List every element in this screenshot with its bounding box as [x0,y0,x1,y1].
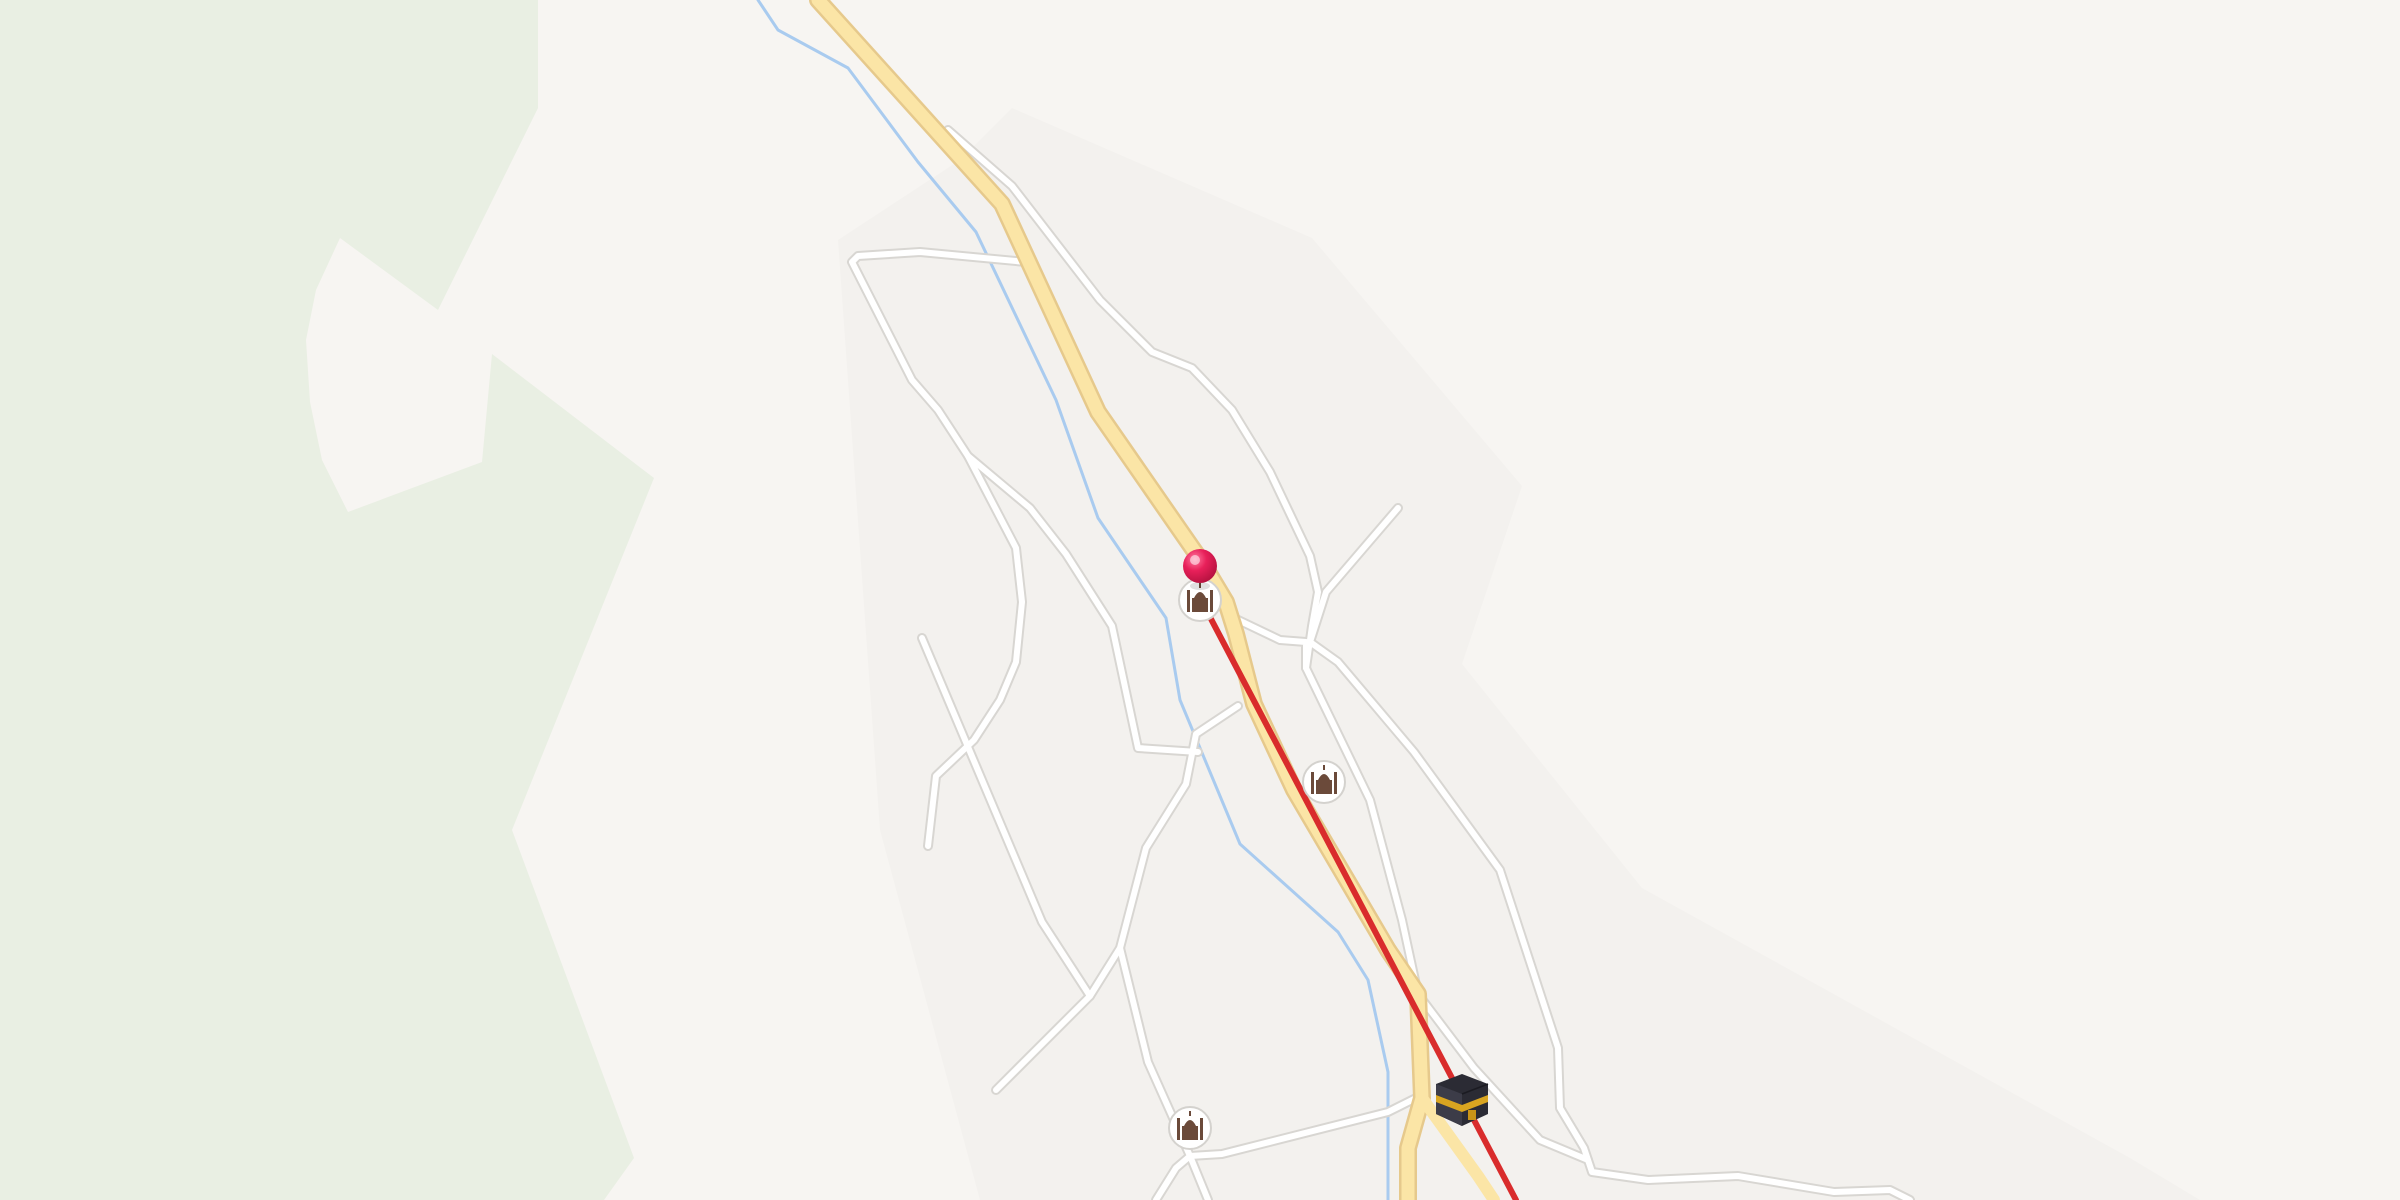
mosque-marker[interactable] [1302,760,1346,804]
mosque-marker[interactable] [1168,1106,1212,1150]
red-pin-icon [1183,549,1217,583]
map-canvas[interactable] [0,0,2400,1200]
